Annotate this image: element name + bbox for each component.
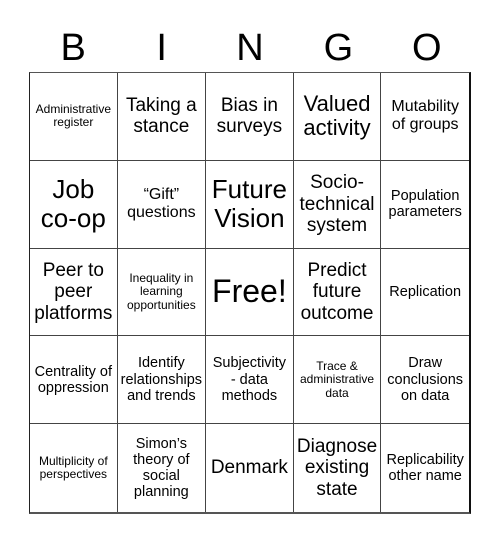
bingo-cell[interactable]: “Gift” questions — [117, 160, 207, 249]
bingo-cell[interactable]: Draw conclusions on data — [381, 336, 469, 425]
header-letter-b: B — [60, 27, 86, 69]
bingo-cell[interactable]: Job co-op — [30, 160, 118, 249]
bingo-cell[interactable]: Valued activity — [293, 73, 382, 161]
bingo-cell[interactable]: Taking a stance — [117, 73, 207, 161]
bingo-cell[interactable]: Simon’s theory of social planning — [118, 424, 207, 512]
bingo-cell[interactable]: Multiplicity of perspectives — [30, 424, 118, 512]
header-letter-n: N — [236, 27, 264, 69]
bingo-cell[interactable]: Denmark — [206, 424, 294, 512]
bingo-header: B I N G O — [29, 24, 471, 72]
bingo-cell[interactable]: Trace & administrative data — [293, 336, 382, 425]
bingo-board: Administrative register Taking a stance … — [29, 72, 471, 514]
bingo-cell[interactable]: Mutability of groups — [381, 73, 469, 161]
bingo-cell[interactable]: Socio-technical system — [293, 160, 382, 249]
bingo-cell[interactable]: Centrality of oppression — [30, 336, 118, 425]
free-space-cell[interactable]: Free! — [206, 248, 294, 337]
bingo-cell[interactable]: Replication — [381, 249, 469, 337]
header-letter-i: I — [156, 27, 167, 69]
header-letter-o: O — [412, 27, 442, 69]
bingo-cell[interactable]: Peer to peer platforms — [30, 248, 118, 337]
bingo-cell[interactable]: Population parameters — [381, 161, 469, 249]
bingo-cell[interactable]: Inequality in learning opportunities — [117, 248, 207, 337]
bingo-cell[interactable]: Replicability other name — [381, 424, 469, 512]
header-letter-g: G — [323, 27, 354, 69]
bingo-cell[interactable]: Bias in surveys — [206, 73, 294, 161]
bingo-cell[interactable]: Diagnose existing state — [294, 424, 382, 512]
bingo-cell[interactable]: Subjectivity - data methods — [206, 336, 294, 425]
bingo-cell[interactable]: Identify relationships and trends — [117, 336, 207, 425]
bingo-cell[interactable]: Future Vision — [206, 160, 294, 249]
bingo-cell[interactable]: Administrative register — [30, 73, 118, 161]
bingo-cell[interactable]: Predict future outcome — [293, 248, 382, 337]
